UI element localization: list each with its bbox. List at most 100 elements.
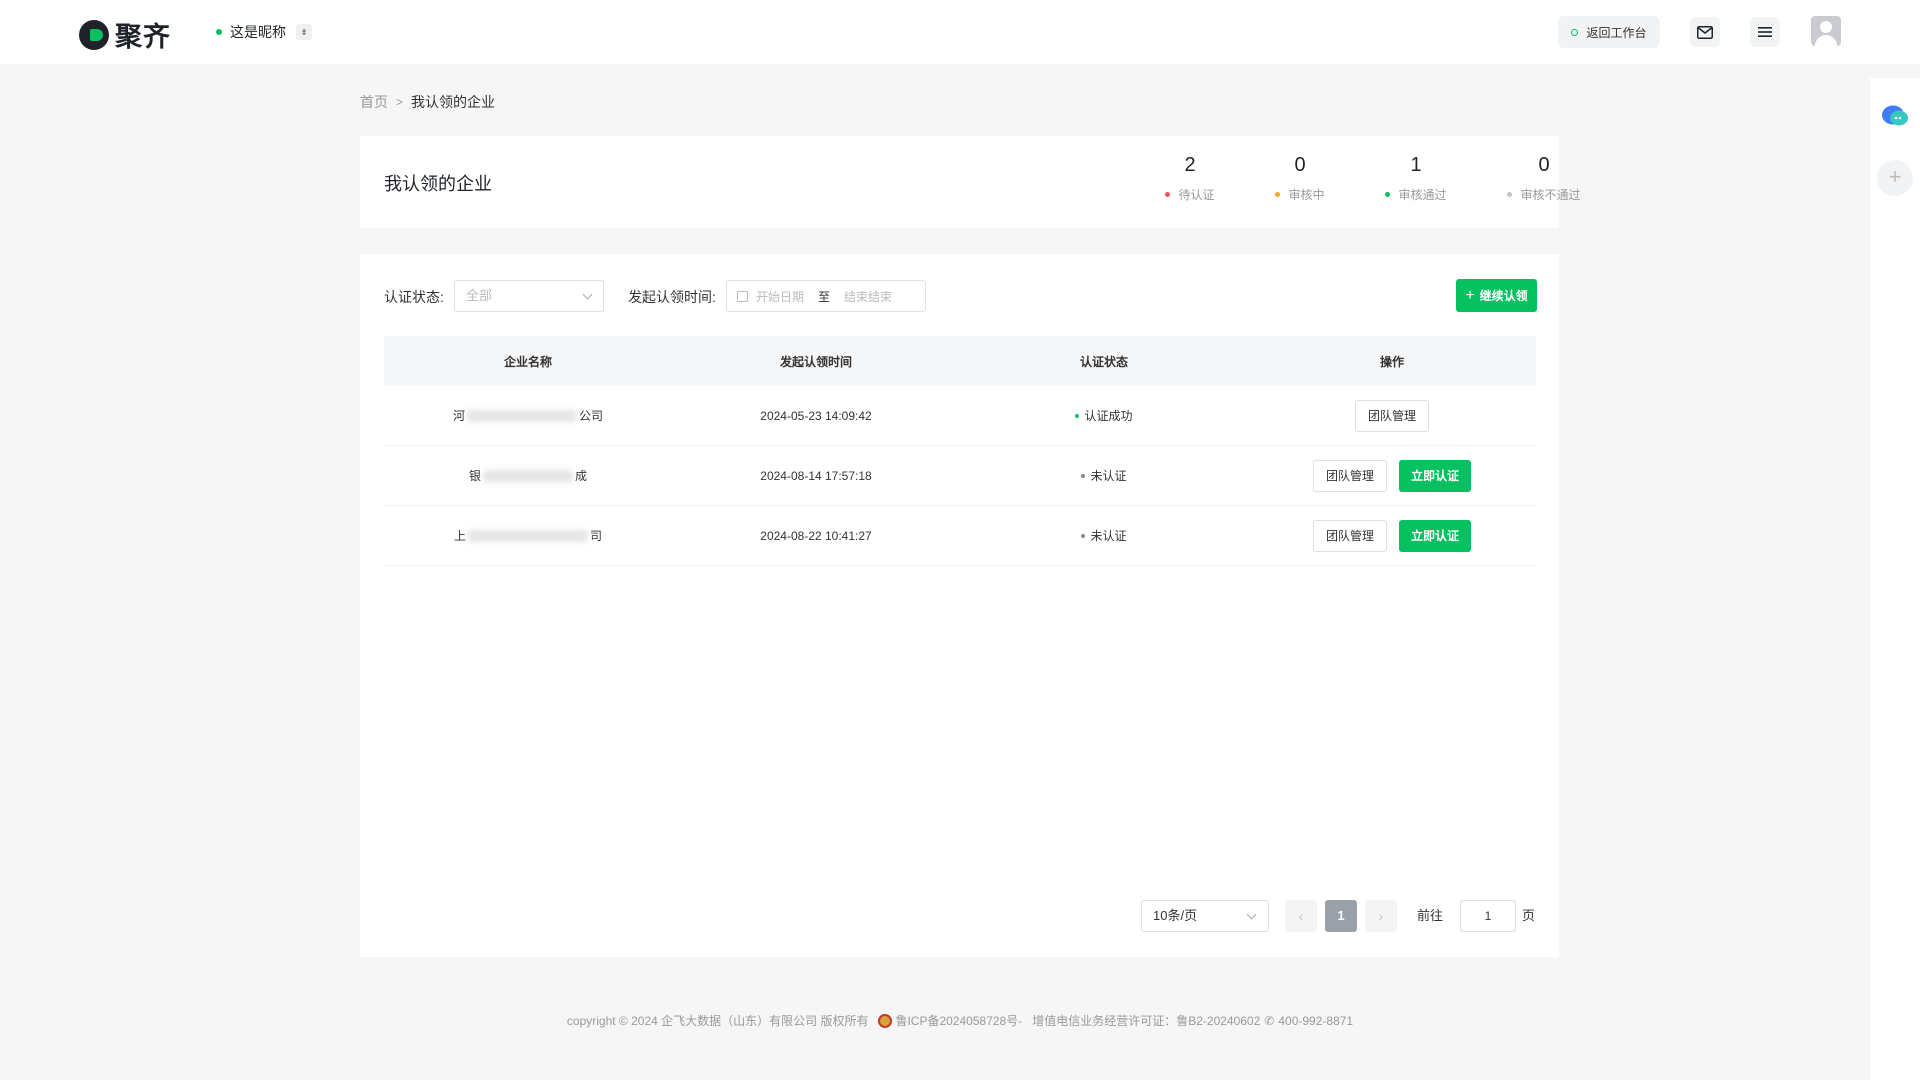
switch-caret-icon[interactable]: ⇟ bbox=[296, 24, 312, 40]
page-size-select[interactable]: 10条/页 bbox=[1141, 900, 1269, 932]
breadcrumb-separator: > bbox=[396, 95, 404, 109]
police-badge-icon bbox=[878, 1013, 893, 1028]
add-shortcut-icon[interactable]: + bbox=[1877, 160, 1913, 196]
nickname-switcher[interactable]: 这是昵称 ⇟ bbox=[216, 22, 312, 42]
end-date-input[interactable]: 结束结束 bbox=[844, 288, 892, 305]
stat-pending[interactable]: 2 待认证 bbox=[1145, 154, 1235, 203]
stat-reviewing[interactable]: 0 审核中 bbox=[1255, 154, 1345, 203]
plus-icon: + bbox=[1465, 286, 1475, 304]
company-name-cell: 河 公司 bbox=[384, 407, 672, 424]
claimed-companies-summary: 我认领的企业 2 待认证 0 审核中 1 审核通过 0 审核不通过 bbox=[360, 136, 1581, 228]
status-cell: 未认证 bbox=[960, 467, 1248, 484]
back-to-workbench-button[interactable]: 返回工作台 bbox=[1558, 16, 1660, 48]
start-date-input[interactable]: 开始日期 bbox=[756, 288, 804, 305]
status-text: 认证成功 bbox=[1084, 409, 1133, 423]
column-header-company: 企业名称 bbox=[503, 354, 552, 369]
company-name-start: 银 bbox=[468, 469, 481, 483]
claim-time-filter-label: 发起认领时间: bbox=[628, 289, 716, 305]
phone-icon: ✆ bbox=[1264, 1013, 1275, 1028]
company-name-end: 司 bbox=[590, 529, 603, 543]
page-number-current[interactable]: 1 bbox=[1325, 900, 1357, 932]
actions-cell: 团队管理 立即认证 bbox=[1248, 459, 1536, 492]
claim-time-cell: 2024-08-22 10:41:27 bbox=[760, 528, 872, 543]
page-footer: copyright © 2024 企飞大数据（山东）有限公司 版权所有 鲁ICP… bbox=[0, 1012, 1920, 1029]
goto-page-input[interactable]: 1 bbox=[1460, 900, 1516, 932]
page-title: 我认领的企业 bbox=[384, 174, 492, 194]
chat-assistant-icon[interactable] bbox=[1881, 104, 1909, 128]
certify-now-button[interactable]: 立即认证 bbox=[1399, 519, 1472, 552]
icp-link[interactable]: 鲁ICP备2024058728号- bbox=[895, 1012, 1022, 1029]
claim-time-cell: 2024-05-23 14:09:42 bbox=[760, 408, 872, 423]
company-name-start: 上 bbox=[453, 529, 466, 543]
table-header: 企业名称 发起认领时间 认证状态 操作 bbox=[384, 336, 1536, 386]
online-status-dot bbox=[216, 29, 222, 35]
stat-rejected-count: 0 bbox=[1538, 154, 1550, 176]
status-filter-select[interactable]: 全部 bbox=[454, 280, 604, 312]
stat-approved-count: 1 bbox=[1410, 154, 1422, 176]
breadcrumb-current: 我认领的企业 bbox=[411, 94, 496, 110]
stat-reviewing-count: 0 bbox=[1294, 154, 1306, 176]
page-size-value: 10条/页 bbox=[1153, 908, 1198, 923]
status-cell: 未认证 bbox=[960, 527, 1248, 544]
logo-text: 聚齐 bbox=[115, 22, 171, 52]
app-logo[interactable]: 聚齐 bbox=[79, 15, 171, 54]
right-side-rail: + bbox=[1870, 78, 1920, 1080]
mail-icon bbox=[1697, 25, 1713, 39]
column-header-status: 认证状态 bbox=[1079, 354, 1128, 369]
redacted-name bbox=[468, 529, 588, 542]
range-separator: 至 bbox=[818, 289, 831, 304]
column-header-actions: 操作 bbox=[1379, 354, 1404, 369]
continue-claim-label: 继续认领 bbox=[1479, 289, 1528, 303]
stat-approved-label: 审核通过 bbox=[1398, 188, 1447, 202]
status-cell: 认证成功 bbox=[960, 407, 1248, 424]
status-dot-icon bbox=[1081, 533, 1086, 538]
claim-time-range-picker[interactable]: 开始日期 至 结束结束 bbox=[726, 280, 926, 312]
status-dot-icon bbox=[1385, 192, 1391, 197]
goto-label: 前往 bbox=[1417, 908, 1444, 923]
company-name-cell: 上 司 bbox=[384, 527, 672, 544]
status-dot-icon bbox=[1075, 413, 1080, 418]
status-dot-icon bbox=[1165, 192, 1171, 197]
chevron-down-icon bbox=[582, 289, 593, 300]
calendar-icon bbox=[737, 290, 748, 302]
status-text: 未认证 bbox=[1090, 529, 1127, 543]
status-dot-icon bbox=[1081, 473, 1086, 478]
status-dot-icon bbox=[1507, 192, 1513, 197]
claimed-companies-list-card: 认证状态: 全部 发起认领时间: 开始日期 至 结束结束 + 继续认领 企业名称… bbox=[360, 254, 1559, 957]
redacted-name bbox=[483, 469, 573, 482]
continue-claim-button[interactable]: + 继续认领 bbox=[1456, 279, 1537, 312]
table-row: 河 公司 2024-05-23 14:09:42 认证成功 团队管理 bbox=[384, 386, 1536, 446]
next-page-button[interactable]: › bbox=[1365, 900, 1397, 932]
nickname-label: 这是昵称 bbox=[230, 24, 286, 40]
status-dot-icon bbox=[1275, 192, 1281, 197]
actions-cell: 团队管理 立即认证 bbox=[1248, 519, 1536, 552]
phone-number: 400-992-8871 bbox=[1278, 1013, 1354, 1028]
page-suffix-label: 页 bbox=[1522, 908, 1536, 923]
menu-button[interactable] bbox=[1750, 17, 1780, 47]
company-name-start: 河 bbox=[452, 409, 465, 423]
redacted-name bbox=[467, 409, 577, 422]
copyright-text: copyright © 2024 企飞大数据（山东）有限公司 版权所有 bbox=[566, 1014, 869, 1028]
claim-time-cell: 2024-08-14 17:57:18 bbox=[760, 468, 872, 483]
stat-rejected[interactable]: 0 审核不通过 bbox=[1499, 154, 1589, 203]
team-manage-button[interactable]: 团队管理 bbox=[1312, 519, 1387, 552]
user-avatar[interactable] bbox=[1811, 16, 1841, 46]
team-manage-button[interactable]: 团队管理 bbox=[1312, 459, 1387, 492]
status-text: 未认证 bbox=[1090, 469, 1127, 483]
column-header-claim-time: 发起认领时间 bbox=[779, 354, 852, 369]
prev-page-button[interactable]: ‹ bbox=[1285, 900, 1317, 932]
certify-now-button[interactable]: 立即认证 bbox=[1399, 459, 1472, 492]
stat-approved[interactable]: 1 审核通过 bbox=[1371, 154, 1461, 203]
stat-pending-count: 2 bbox=[1184, 154, 1196, 176]
workbench-icon bbox=[1571, 28, 1579, 36]
status-filter-value: 全部 bbox=[466, 288, 493, 303]
top-navigation-bar: 聚齐 这是昵称 ⇟ 返回工作台 bbox=[0, 0, 1920, 64]
stat-pending-label: 待认证 bbox=[1178, 188, 1215, 202]
table-row: 银 成 2024-08-14 17:57:18 未认证 团队管理 立即认证 bbox=[384, 446, 1536, 506]
breadcrumb-home-link[interactable]: 首页 bbox=[360, 92, 388, 112]
message-button[interactable] bbox=[1690, 17, 1720, 47]
company-name-end: 公司 bbox=[579, 409, 604, 423]
stat-rejected-label: 审核不通过 bbox=[1520, 188, 1581, 202]
company-name-end: 成 bbox=[575, 469, 588, 483]
team-manage-button[interactable]: 团队管理 bbox=[1354, 399, 1429, 432]
